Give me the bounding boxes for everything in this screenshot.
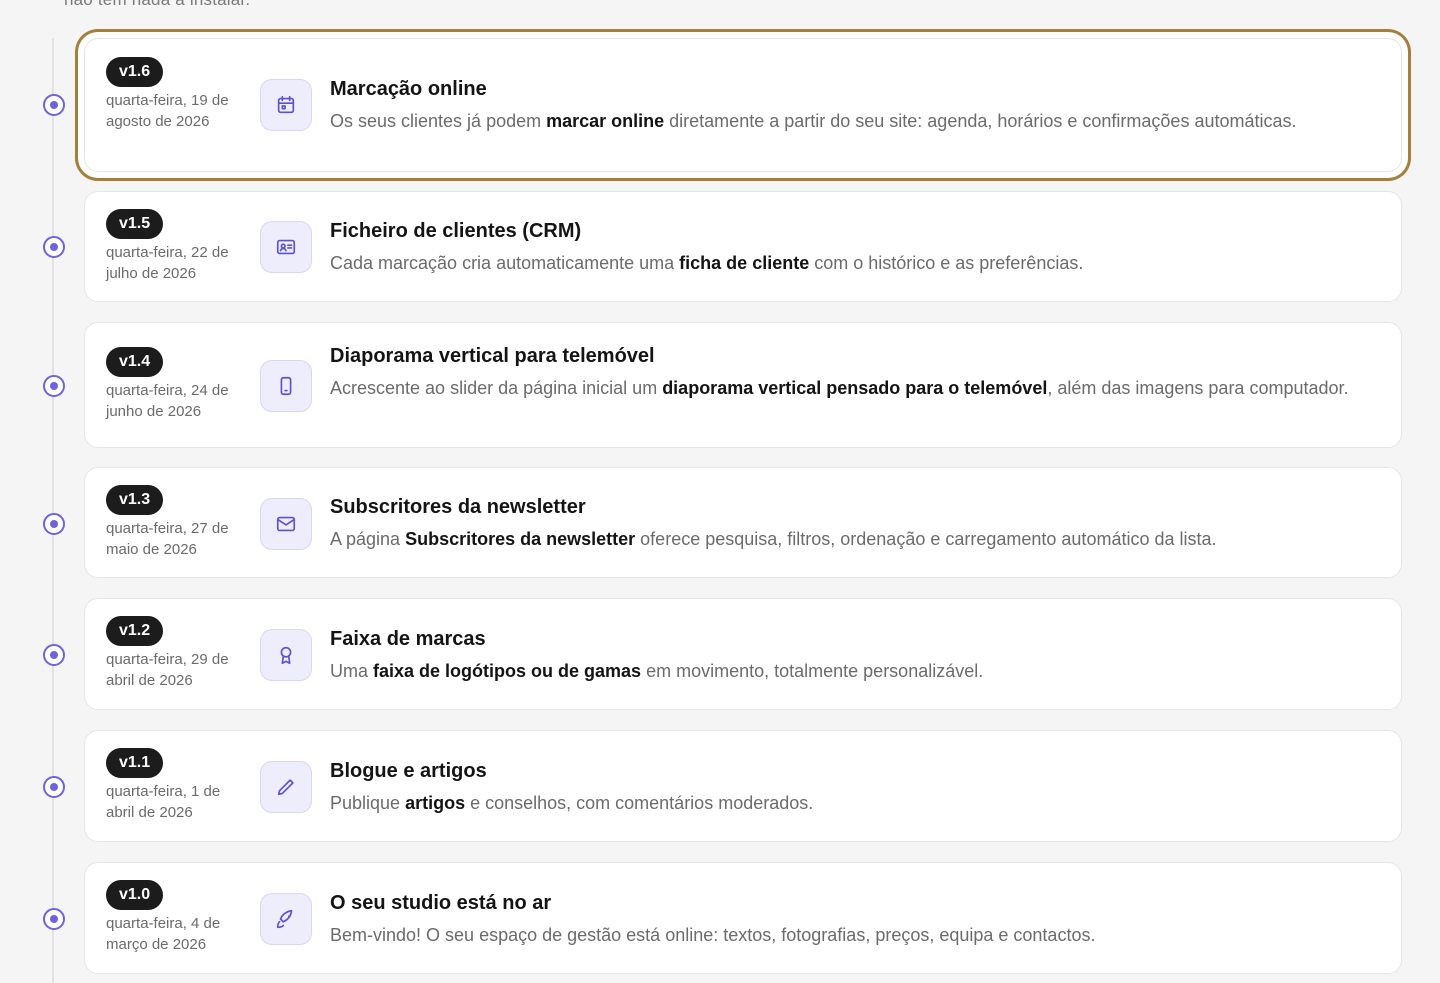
- entry-title: Blogue e artigos: [330, 760, 487, 782]
- smartphone-icon: [260, 360, 312, 412]
- release-date: quarta-feira, 22 de julho de 2026: [106, 244, 229, 282]
- version-badge: v1.2: [106, 616, 164, 646]
- timeline-dot: [43, 908, 65, 930]
- changelog-entry-v1-1[interactable]: v1.1 quarta-feira, 1 de abril de 2026 Bl…: [43, 730, 1402, 842]
- award-icon: [260, 629, 312, 681]
- timeline-dot: [43, 513, 65, 535]
- changelog-entry-v1-6[interactable]: v1.6 quarta-feira, 19 de agosto de 2026 …: [43, 38, 1402, 172]
- rocket-icon: [260, 893, 312, 945]
- timeline-dot: [43, 644, 65, 666]
- mail-icon: [260, 498, 312, 550]
- entry-title: Ficheiro de clientes (CRM): [330, 220, 582, 242]
- entry-description: Os seus clientes já podem marcar online …: [330, 111, 1297, 131]
- release-date: quarta-feira, 29 de abril de 2026: [106, 651, 229, 689]
- version-badge: v1.1: [106, 748, 164, 778]
- version-badge: v1.6: [106, 57, 164, 87]
- version-badge: v1.0: [106, 880, 164, 910]
- release-date: quarta-feira, 1 de abril de 2026: [106, 783, 221, 821]
- release-date: quarta-feira, 27 de maio de 2026: [106, 520, 229, 558]
- timeline-line: [52, 38, 54, 983]
- timeline-dot: [43, 94, 65, 116]
- version-badge: v1.4: [106, 347, 164, 377]
- entry-description: Uma faixa de logótipos ou de gamas em mo…: [330, 661, 984, 681]
- entry-description: Bem-vindo! O seu espaço de gestão está o…: [330, 925, 1096, 945]
- entry-title: Marcação online: [330, 78, 487, 100]
- timeline-dot: [43, 776, 65, 798]
- changelog-entry-v1-3[interactable]: v1.3 quarta-feira, 27 de maio de 2026 Su…: [43, 467, 1402, 578]
- entry-title: O seu studio está no ar: [330, 892, 552, 914]
- changelog-entry-v1-0[interactable]: v1.0 quarta-feira, 4 de março de 2026 O …: [43, 862, 1402, 974]
- calendar-icon: [260, 79, 312, 131]
- pencil-icon: [260, 761, 312, 813]
- timeline-dot: [43, 375, 65, 397]
- version-badge: v1.5: [106, 209, 164, 239]
- changelog-entry-v1-5[interactable]: v1.5 quarta-feira, 22 de julho de 2026 F…: [43, 191, 1402, 302]
- entry-description: A página Subscritores da newsletter ofer…: [330, 529, 1217, 549]
- intro-text-fragment: não tem nada a instalar.: [64, 0, 250, 10]
- contact-card-icon: [260, 221, 312, 273]
- entry-description: Publique artigos e conselhos, com coment…: [330, 793, 814, 813]
- entry-title: Subscritores da newsletter: [330, 496, 586, 518]
- entry-description: Cada marcação cria automaticamente uma f…: [330, 253, 1084, 273]
- release-date: quarta-feira, 19 de agosto de 2026: [106, 92, 229, 130]
- entry-title: Faixa de marcas: [330, 628, 486, 650]
- timeline-dot: [43, 236, 65, 258]
- release-date: quarta-feira, 24 de junho de 2026: [106, 382, 229, 420]
- entry-title: Diaporama vertical para telemóvel: [330, 345, 655, 367]
- changelog-entry-v1-2[interactable]: v1.2 quarta-feira, 29 de abril de 2026 F…: [43, 598, 1402, 710]
- release-date: quarta-feira, 4 de março de 2026: [106, 915, 221, 953]
- entry-description: Acrescente ao slider da página inicial u…: [330, 378, 1349, 398]
- changelog-entry-v1-4[interactable]: v1.4 quarta-feira, 24 de junho de 2026 D…: [43, 322, 1402, 448]
- version-badge: v1.3: [106, 485, 164, 515]
